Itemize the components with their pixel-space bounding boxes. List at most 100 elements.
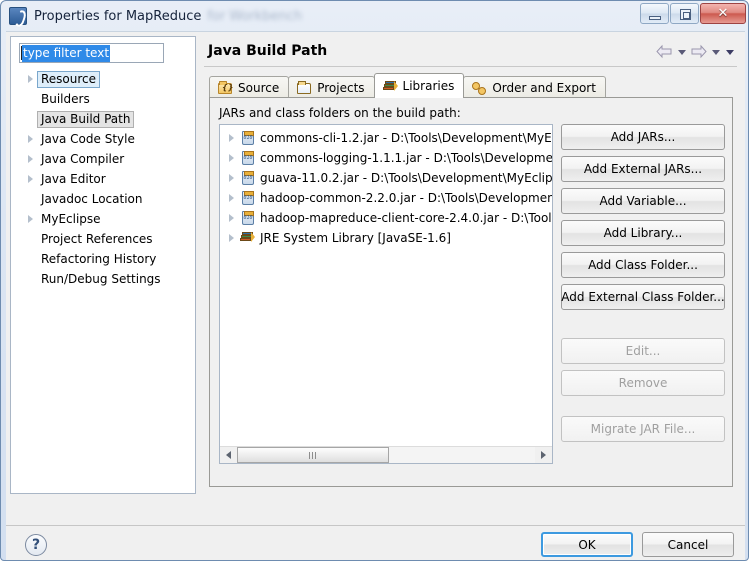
jar-icon <box>239 150 257 166</box>
eclipse-properties-icon <box>9 7 27 25</box>
forward-arrow-icon[interactable] <box>690 44 707 59</box>
remove-button: Remove <box>561 370 725 396</box>
jar-icon <box>239 170 257 186</box>
dialog-body: type filter text Resource Builders Java … <box>6 31 745 525</box>
list-item-label: commons-cli-1.2.jar - D:\Tools\Developme… <box>260 131 552 145</box>
libraries-tab-panel: JARs and class folders on the build path… <box>209 97 733 487</box>
content-panel: Java Build Path {} Source Projects Libra… <box>200 36 741 494</box>
add-class-folder-button[interactable]: Add Class Folder... <box>561 252 725 278</box>
window-title: Properties for MapReduce <box>34 8 202 24</box>
minimize-icon <box>649 16 661 20</box>
sidebar-item-label: Java Compiler <box>41 151 125 166</box>
expand-arrow-icon[interactable] <box>224 174 239 182</box>
scroll-right-icon[interactable] <box>535 447 552 463</box>
sidebar-item-java-editor[interactable]: Java Editor <box>11 169 195 189</box>
tab-label: Libraries <box>402 79 455 93</box>
list-item[interactable]: commons-logging-1.1.1.jar - D:\Tools\Dev… <box>220 148 552 168</box>
expand-arrow-icon[interactable] <box>224 154 239 162</box>
restore-button[interactable] <box>670 3 699 24</box>
projects-folder-icon <box>296 80 312 95</box>
jar-icon <box>239 190 257 206</box>
title-divider <box>204 66 737 67</box>
dialog-footer: ? OK Cancel <box>6 525 745 560</box>
library-icon <box>239 230 257 246</box>
sidebar-item-project-references[interactable]: Project References <box>11 229 195 249</box>
list-item-label: hadoop-common-2.2.0.jar - D:\Tools\Devel… <box>260 191 552 205</box>
expand-arrow-icon[interactable] <box>224 194 239 202</box>
expand-arrow-icon[interactable] <box>23 215 37 223</box>
expand-arrow-icon[interactable] <box>23 155 37 163</box>
build-path-list[interactable]: commons-cli-1.2.jar - D:\Tools\Developme… <box>219 124 553 464</box>
window-controls: ✕ <box>640 3 746 24</box>
navigation-toolbar <box>656 44 735 59</box>
build-path-actions: Add JARs... Add External JARs... Add Var… <box>561 124 725 448</box>
list-item[interactable]: guava-11.0.2.jar - D:\Tools\Development\… <box>220 168 552 188</box>
title-bar: Properties for MapReduce for Workbench ✕ <box>1 1 748 31</box>
list-item[interactable]: JRE System Library [JavaSE-1.6] <box>220 228 552 248</box>
add-library-button[interactable]: Add Library... <box>561 220 725 246</box>
tab-label: Projects <box>317 80 365 95</box>
expand-arrow-icon[interactable] <box>23 175 37 183</box>
add-external-jars-button[interactable]: Add External JARs... <box>561 156 725 182</box>
edit-button: Edit... <box>561 338 725 364</box>
sidebar-item-myeclipse[interactable]: MyEclipse <box>11 209 195 229</box>
expand-arrow-icon[interactable] <box>224 134 239 142</box>
source-folder-icon <box>217 80 233 95</box>
list-item-label: guava-11.0.2.jar - D:\Tools\Development\… <box>260 171 552 185</box>
settings-tree-panel: type filter text Resource Builders Java … <box>10 36 196 494</box>
sidebar-item-label: Javadoc Location <box>41 191 143 206</box>
tab-projects[interactable]: Projects <box>288 76 375 98</box>
add-variable-button[interactable]: Add Variable... <box>561 188 725 214</box>
scrollbar-thumb[interactable] <box>237 447 389 463</box>
sidebar-item-label: Java Build Path <box>37 110 135 128</box>
sidebar-item-java-code-style[interactable]: Java Code Style <box>11 129 195 149</box>
list-viewport: commons-cli-1.2.jar - D:\Tools\Developme… <box>220 128 552 428</box>
sidebar-item-resource[interactable]: Resource <box>11 69 195 89</box>
sidebar-item-javadoc-location[interactable]: Javadoc Location <box>11 189 195 209</box>
tab-order-and-export[interactable]: Order and Export <box>463 76 606 98</box>
ok-button[interactable]: OK <box>541 532 633 557</box>
properties-dialog: Properties for MapReduce for Workbench ✕… <box>0 0 749 561</box>
restore-icon <box>680 9 691 20</box>
sidebar-item-run-debug-settings[interactable]: Run/Debug Settings <box>11 269 195 289</box>
panel-description: JARs and class folders on the build path… <box>219 106 461 120</box>
scroll-left-icon[interactable] <box>220 447 237 463</box>
sidebar-item-refactoring-history[interactable]: Refactoring History <box>11 249 195 269</box>
back-arrow-icon[interactable] <box>656 44 673 59</box>
sidebar-item-java-compiler[interactable]: Java Compiler <box>11 149 195 169</box>
list-item[interactable]: hadoop-common-2.2.0.jar - D:\Tools\Devel… <box>220 188 552 208</box>
list-item-label: commons-logging-1.1.1.jar - D:\Tools\Dev… <box>260 151 552 165</box>
help-icon[interactable]: ? <box>25 534 47 556</box>
scrollbar-track[interactable] <box>237 447 535 463</box>
sidebar-item-label: Refactoring History <box>41 251 157 266</box>
sidebar-item-java-build-path[interactable]: Java Build Path <box>11 109 195 129</box>
jar-icon <box>239 210 257 226</box>
expand-arrow-icon[interactable] <box>23 135 37 143</box>
expand-arrow-icon[interactable] <box>224 214 239 222</box>
add-jars-button[interactable]: Add JARs... <box>561 124 725 150</box>
filter-input-value: type filter text <box>22 44 111 62</box>
add-external-class-folder-button[interactable]: Add External Class Folder... <box>561 284 725 310</box>
jar-icon <box>239 130 257 146</box>
sidebar-item-builders[interactable]: Builders <box>11 89 195 109</box>
expand-arrow-icon[interactable] <box>224 234 239 242</box>
title-ghost-text: for Workbench <box>207 8 303 24</box>
filter-input[interactable]: type filter text <box>19 43 164 63</box>
tab-label: Order and Export <box>492 80 596 95</box>
minimize-button[interactable] <box>640 3 669 24</box>
page-menu-icon[interactable] <box>724 45 735 59</box>
expand-arrow-icon[interactable] <box>23 75 37 83</box>
sidebar-item-label: Java Editor <box>41 171 106 186</box>
tab-label: Source <box>238 80 280 95</box>
tab-libraries[interactable]: Libraries <box>373 73 465 98</box>
list-item[interactable]: commons-cli-1.2.jar - D:\Tools\Developme… <box>220 128 552 148</box>
list-item[interactable]: hadoop-mapreduce-client-core-2.4.0.jar -… <box>220 208 552 228</box>
sidebar-item-label: Project References <box>41 231 153 246</box>
back-dropdown-icon[interactable] <box>676 45 687 59</box>
forward-dropdown-icon[interactable] <box>710 45 721 59</box>
close-button[interactable]: ✕ <box>700 3 746 24</box>
footer-buttons: OK Cancel <box>541 532 734 557</box>
cancel-button[interactable]: Cancel <box>642 532 734 557</box>
tab-source[interactable]: Source <box>209 76 290 98</box>
horizontal-scrollbar[interactable] <box>220 446 552 463</box>
